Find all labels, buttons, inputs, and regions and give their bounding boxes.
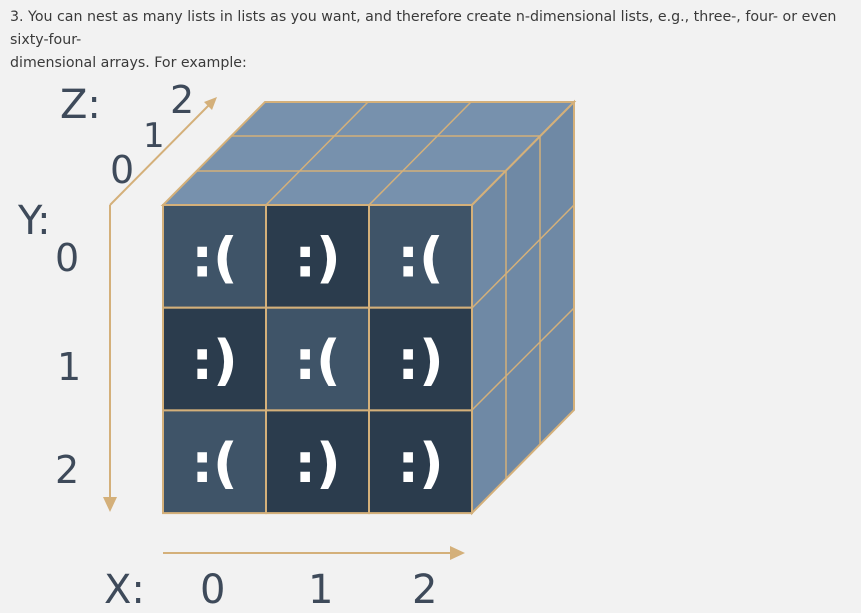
x-tick-2: 2	[412, 567, 437, 613]
x-tick-1: 1	[308, 567, 333, 613]
z-axis-title: Z:	[60, 82, 101, 128]
y-tick-0: 0	[55, 236, 79, 280]
x-tick-0: 0	[200, 567, 225, 613]
3d-array-diagram: :(:):(:):(:):(:):) Z: Y: X: 0 1 2 0 1 2 …	[17, 78, 577, 613]
y-axis-title: Y:	[17, 198, 51, 244]
z-tick-1: 1	[143, 116, 165, 156]
cell-face-1-2: :)	[397, 329, 443, 392]
cell-face-0-0: :(	[191, 226, 237, 289]
cell-face-2-1: :)	[294, 432, 340, 495]
cell-face-2-2: :)	[397, 432, 443, 495]
front-face-grid: :(:) :(:) :(:) :(:):)	[162, 204, 473, 515]
x-axis-title: X:	[104, 567, 145, 613]
cell-face-1-0: :)	[191, 329, 237, 392]
cell-face-0-2: :(	[397, 226, 443, 289]
y-tick-1: 1	[57, 345, 81, 389]
y-tick-2: 2	[55, 448, 79, 492]
cell-face-0-1: :)	[294, 226, 340, 289]
z-tick-2: 2	[170, 78, 194, 122]
cell-face-2-0: :(	[191, 432, 237, 495]
z-tick-0: 0	[110, 148, 134, 192]
y-axis-arrowhead	[103, 497, 117, 512]
cell-face-1-1: :(	[294, 329, 340, 392]
x-axis-arrowhead	[450, 546, 465, 560]
